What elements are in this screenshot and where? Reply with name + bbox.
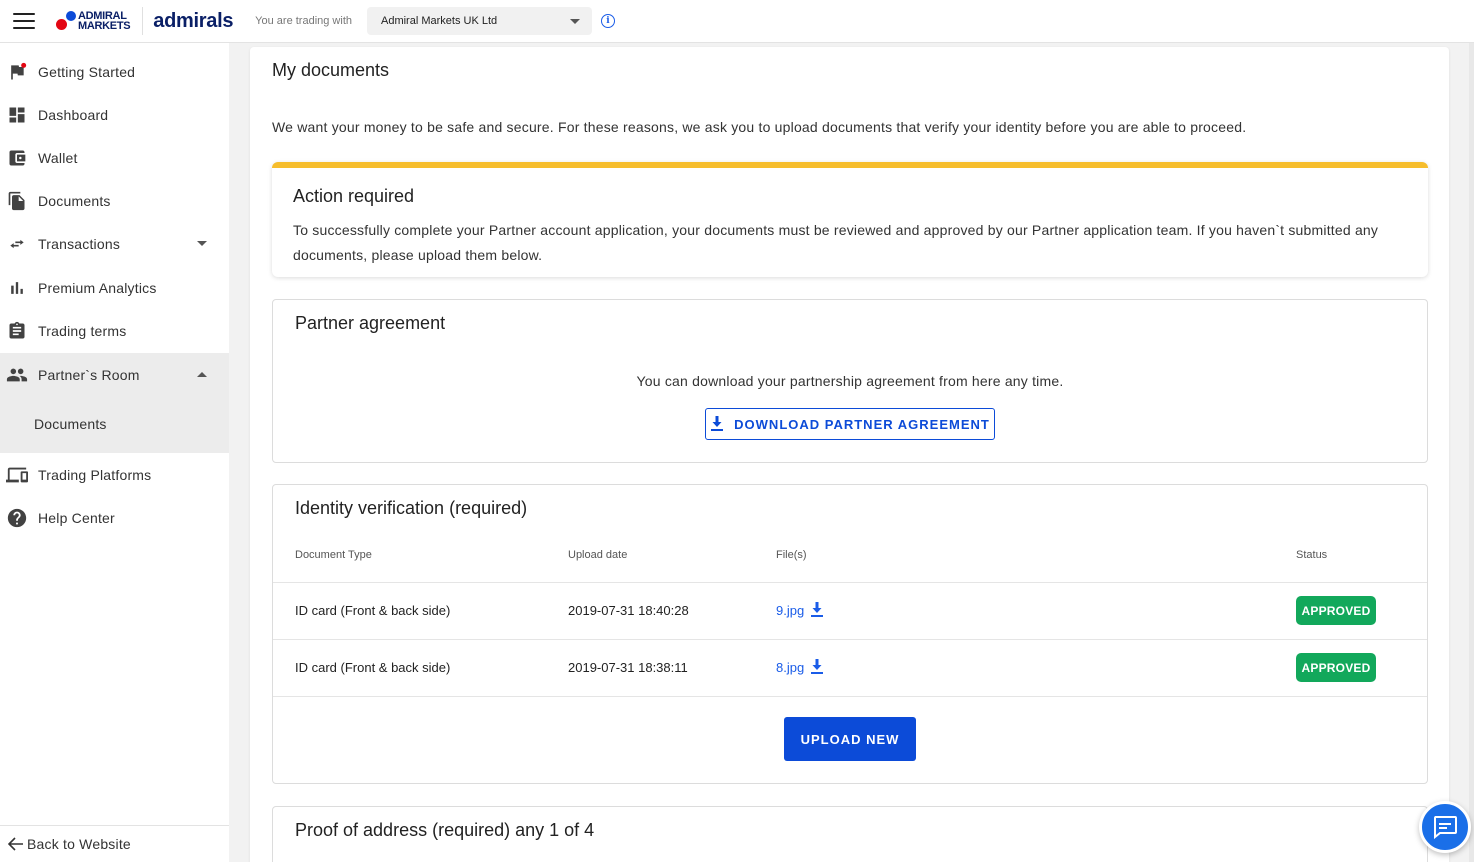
upload-new-button[interactable]: UPLOAD NEW: [784, 717, 916, 761]
info-icon[interactable]: i: [601, 14, 615, 28]
file-name: 8.jpg: [776, 659, 805, 675]
sidebar-item-help-center[interactable]: Help Center: [0, 496, 229, 539]
menu-icon[interactable]: [13, 13, 35, 29]
proof-of-address-title: Proof of address (required) any 1 of 4: [295, 820, 595, 840]
top-bar: ADMIRAL MARKETS admirals You are trading…: [0, 0, 1474, 43]
sidebar-item-trading-terms[interactable]: Trading terms: [0, 309, 229, 352]
column-header-files: File(s): [776, 549, 807, 561]
upload-date-cell: 2019-07-31 18:40:28: [568, 603, 689, 618]
document-type-cell: ID card (Front & back side): [295, 603, 451, 618]
entity-select[interactable]: Admiral Markets UK Ltd: [367, 7, 592, 35]
help-icon: [6, 507, 28, 529]
sidebar-subitem-documents[interactable]: Documents: [34, 416, 107, 432]
back-to-website-link[interactable]: Back to Website: [0, 825, 229, 862]
scrollbar-track[interactable]: [1469, 43, 1474, 862]
status-badge: APPROVED: [1296, 653, 1376, 682]
download-icon: [711, 416, 724, 431]
people-icon: [6, 364, 28, 386]
proof-of-address-panel: Proof of address (required) any 1 of 4: [272, 806, 1428, 862]
sidebar-item-trading-platforms[interactable]: Trading Platforms: [0, 453, 229, 496]
sidebar-item-documents[interactable]: Documents: [0, 179, 229, 222]
identity-verification-panel: Identity verification (required) Documen…: [272, 484, 1428, 784]
table-row: ID card (Front & back side) 2019-07-31 1…: [273, 639, 1427, 696]
status-badge: APPROVED: [1296, 596, 1376, 625]
logo-dots-icon: [56, 9, 80, 33]
download-icon: [811, 659, 824, 674]
action-required-box: Action required To successfully complete…: [272, 162, 1428, 277]
document-type-cell: ID card (Front & back side): [295, 660, 451, 675]
sidebar-item-premium-analytics[interactable]: Premium Analytics: [0, 266, 229, 309]
logo-line2: MARKETS: [78, 20, 131, 32]
sidebar-item-label: Trading Platforms: [38, 466, 152, 483]
chevron-down-icon: [570, 18, 580, 24]
sidebar-item-wallet[interactable]: Wallet: [0, 136, 229, 179]
partner-agreement-panel: Partner agreement You can download your …: [272, 299, 1428, 463]
action-required-text: To successfully complete your Partner ac…: [293, 222, 1379, 263]
arrow-left-icon: [8, 837, 23, 851]
chevron-down-icon: [197, 241, 207, 246]
admirals-logo[interactable]: admirals: [153, 10, 233, 33]
sidebar-item-getting-started[interactable]: Getting Started: [0, 50, 229, 93]
wallet-icon: [6, 147, 28, 169]
back-to-website-label: Back to Website: [27, 836, 131, 852]
bar-chart-icon: [6, 277, 28, 299]
sidebar-item-dashboard[interactable]: Dashboard: [0, 93, 229, 136]
sidebar-item-label: Documents: [38, 192, 111, 209]
sidebar-item-label: Getting Started: [38, 63, 136, 80]
download-partner-agreement-button[interactable]: DOWNLOAD PARTNER AGREEMENT: [705, 408, 995, 440]
flag-icon: [6, 61, 28, 83]
sidebar-item-partners-room[interactable]: Partner`s Room: [0, 353, 229, 396]
partner-agreement-title: Partner agreement: [295, 313, 446, 333]
dashboard-icon: [6, 104, 28, 126]
table-divider: [273, 696, 1427, 697]
sidebar-item-label: Dashboard: [38, 106, 109, 123]
sidebar-item-label: Partner`s Room: [38, 366, 140, 383]
chat-icon: [1434, 816, 1457, 839]
chevron-up-icon: [197, 372, 207, 377]
table-row: ID card (Front & back side) 2019-07-31 1…: [273, 582, 1427, 639]
sidebar-item-label: Help Center: [38, 509, 115, 526]
page-title: My documents: [272, 60, 390, 80]
devices-icon: [6, 464, 28, 486]
upload-date-cell: 2019-07-31 18:38:11: [568, 660, 688, 675]
sidebar-item-label: Premium Analytics: [38, 279, 157, 296]
download-icon: [811, 602, 824, 617]
file-link[interactable]: 8.jpg: [776, 659, 824, 675]
chat-button[interactable]: [1419, 801, 1471, 853]
action-required-title: Action required: [293, 186, 415, 206]
clipboard-icon: [6, 320, 28, 342]
transactions-icon: [6, 233, 28, 255]
trading-with-label: You are trading with: [255, 15, 352, 27]
sidebar: Getting Started Dashboard Wallet Documen…: [0, 43, 229, 862]
entity-select-value: Admiral Markets UK Ltd: [381, 15, 498, 27]
download-button-label: DOWNLOAD PARTNER AGREEMENT: [734, 416, 990, 432]
partner-agreement-text: You can download your partnership agreem…: [636, 373, 1064, 389]
sidebar-item-label: Wallet: [38, 149, 78, 166]
admiral-markets-logo[interactable]: ADMIRAL MARKETS: [56, 6, 131, 36]
column-header-document-type: Document Type: [295, 549, 372, 561]
file-link[interactable]: 9.jpg: [776, 602, 824, 618]
file-name: 9.jpg: [776, 602, 805, 618]
identity-verification-title: Identity verification (required): [295, 498, 528, 518]
logo-divider: [142, 7, 144, 35]
column-header-status: Status: [1296, 549, 1328, 561]
column-header-upload-date: Upload date: [568, 549, 628, 561]
sidebar-item-transactions[interactable]: Transactions: [0, 222, 229, 265]
sidebar-item-label: Transactions: [38, 235, 121, 252]
sidebar-item-label: Trading terms: [38, 322, 127, 339]
intro-text: We want your money to be safe and secure…: [272, 119, 1247, 135]
documents-icon: [6, 190, 28, 212]
